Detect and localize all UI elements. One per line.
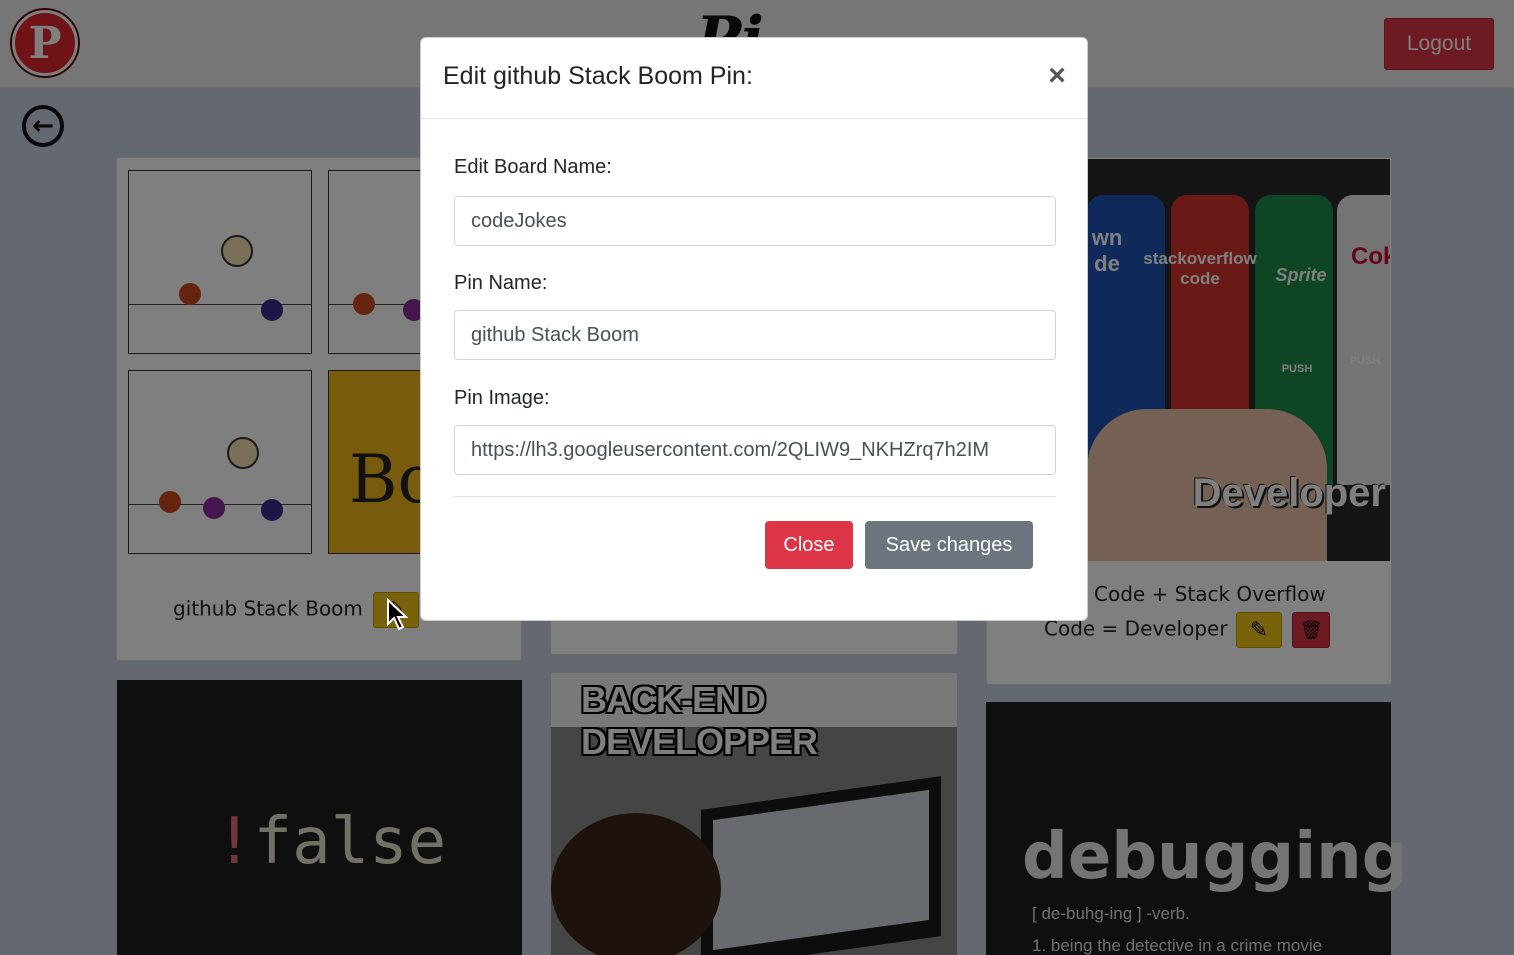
modal-header: Edit github Stack Boom Pin: × [421, 38, 1087, 119]
board-name-input[interactable] [454, 196, 1056, 246]
save-changes-button[interactable]: Save changes [865, 521, 1033, 569]
close-button[interactable]: Close [765, 521, 853, 569]
pin-image-input[interactable] [454, 425, 1056, 475]
modal-close-icon[interactable]: × [1043, 58, 1071, 94]
modal-title: Edit github Stack Boom Pin: [443, 62, 753, 90]
mouse-cursor-icon [387, 598, 408, 631]
modal-divider [454, 496, 1056, 497]
board-name-label: Edit Board Name: [454, 156, 612, 178]
edit-pin-modal: Edit github Stack Boom Pin: × Edit Board… [420, 37, 1088, 621]
pin-image-label: Pin Image: [454, 387, 550, 409]
pin-name-label: Pin Name: [454, 272, 548, 294]
pin-name-input[interactable] [454, 310, 1056, 360]
